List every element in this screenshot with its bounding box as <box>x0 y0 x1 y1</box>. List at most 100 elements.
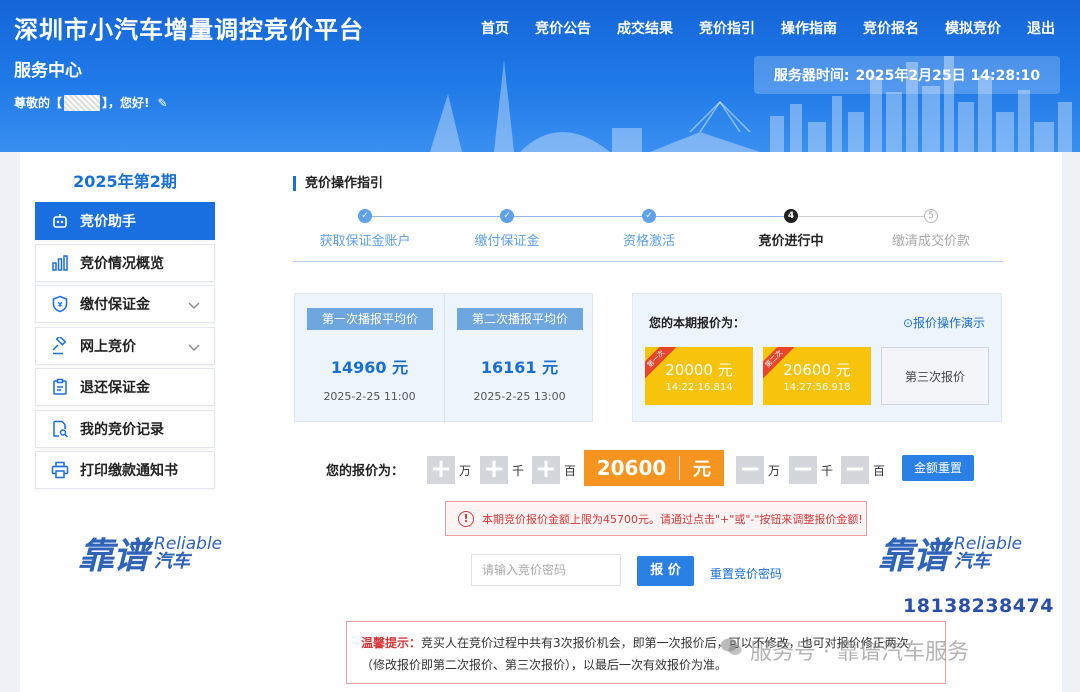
document-search-icon <box>50 419 70 439</box>
gavel-icon <box>50 336 70 356</box>
site-header: 深圳市小汽车增量调控竞价平台 首页 竞价公告 成交结果 竞价指引 操作指南 竞价… <box>0 0 1080 152</box>
step-label: 资格激活 <box>622 234 675 249</box>
unit-label: 万 <box>459 464 472 478</box>
step-number-current: 4 <box>784 209 798 223</box>
clipboard-icon <box>50 377 70 397</box>
chevron-down-icon <box>188 298 200 314</box>
step-check-icon: ✓ <box>642 209 656 223</box>
step-connector <box>649 216 791 217</box>
watermark-brand: 靠谱 <box>78 536 149 577</box>
watermark-brand-zh: 汽车 <box>954 551 991 572</box>
bid-limit-warning: ! 本期竞价报价金额上限为45700元。请通过点击"+"或"-"按钮来调整报价金… <box>445 501 867 536</box>
watermark-brand: 靠谱 <box>878 536 949 577</box>
sidebar-item-label: 退还保证金 <box>80 380 150 396</box>
chevron-down-icon <box>188 340 200 356</box>
broadcast-value: 16161 元 <box>480 358 559 377</box>
brand-watermark-left: 靠谱 Reliable 汽车 <box>78 527 222 579</box>
sidebar-item-label: 打印缴款通知书 <box>80 463 178 479</box>
bid-password-input[interactable] <box>471 554 621 586</box>
bid-amount: 20600 元 <box>783 361 851 379</box>
step-connector <box>791 216 933 217</box>
price-currency: 元 <box>693 459 711 480</box>
tip-title: 温馨提示： <box>361 636 422 650</box>
price-value: 20600 <box>584 456 680 480</box>
step-connector <box>507 216 649 217</box>
site-title: 深圳市小汽车增量调控竞价平台 <box>14 16 364 44</box>
submit-bid-button[interactable]: 报 价 <box>637 556 694 586</box>
sidebar-item-online-bid[interactable]: 网上竞价 <box>35 326 215 365</box>
first-bid-card: 第一次 20000 元 14:22:16.814 <box>645 347 753 405</box>
server-time-panel: 服务器时间: 2025年2月25日 14:28:10 <box>754 56 1060 94</box>
unit-label: 千 <box>821 464 834 478</box>
service-account-watermark: 服务号 · 靠谱汽车服务 <box>720 634 969 666</box>
top-nav: 首页 竞价公告 成交结果 竞价指引 操作指南 竞价报名 模拟竞价 退出 <box>468 18 1068 38</box>
minus-thousand-button[interactable]: − <box>789 456 817 484</box>
warning-icon: ! <box>458 510 474 527</box>
watermark-brand-zh: 汽车 <box>154 551 191 572</box>
second-broadcast: 第二次播报平均价 16161 元 2025-2-25 13:00 <box>444 294 593 423</box>
price-input-row: 您的报价为： + 万 + 千 + 百 20600 元 − 万 − 千 − 百 金… <box>320 450 1010 486</box>
printer-icon <box>50 460 70 480</box>
plus-hundred-button[interactable]: + <box>532 456 560 484</box>
step-check-icon: ✓ <box>358 209 372 223</box>
sidebar-item-label: 竞价助手 <box>80 214 136 230</box>
step-label-current: 竞价进行中 <box>758 234 824 249</box>
minus-ten-thousand-button[interactable]: − <box>736 456 764 484</box>
step-check-icon: ✓ <box>500 209 514 223</box>
nav-mock-bidding[interactable]: 模拟竞价 <box>932 18 1014 38</box>
shield-icon: ¥ <box>50 294 70 314</box>
sidebar-item-overview[interactable]: 竞价情况概览 <box>35 243 215 282</box>
progress-steps: ✓ ✓ ✓ 4 5 获取保证金账户 缴付保证金 资格激活 竞价进行中 缴清成交价… <box>293 200 1003 262</box>
third-bid-slot: 第三次报价 <box>881 347 989 405</box>
robot-icon <box>50 211 70 231</box>
step-connector <box>365 216 507 217</box>
broadcast-time: 2025-2-25 11:00 <box>323 390 416 403</box>
second-bid-card: 第二次 20600 元 14:27:56.918 <box>763 347 871 405</box>
sidebar-menu: 竞价助手 竞价情况概览 ¥ 缴付保证金 网上竞价 退还保证金 我的竞价记录 打印… <box>35 202 215 493</box>
wechat-icon <box>720 637 742 663</box>
broadcast-average-panel: 第一次播报平均价 14960 元 2025-2-25 11:00 第二次播报平均… <box>294 293 593 423</box>
broadcast-tag: 第二次播报平均价 <box>457 308 583 330</box>
nav-operation-guide[interactable]: 操作指南 <box>768 18 850 38</box>
edit-pen-icon[interactable]: ✎ <box>158 96 168 110</box>
brand-watermark-right: 靠谱 Reliable 汽车 <box>878 527 1022 579</box>
guide-title: 竞价操作指引 <box>293 176 383 191</box>
greeting-suffix: 】，您好! <box>102 96 150 110</box>
sidebar-item-refund-deposit[interactable]: 退还保证金 <box>35 368 215 406</box>
nav-bid-registration[interactable]: 竞价报名 <box>850 18 932 38</box>
service-center-title: 服务中心 <box>14 61 82 81</box>
sidebar-item-label: 缴付保证金 <box>80 297 150 313</box>
server-time-label: 服务器时间: <box>773 68 850 84</box>
svg-text:¥: ¥ <box>58 301 63 309</box>
step-number-pending: 5 <box>924 209 938 223</box>
minus-hundred-button[interactable]: − <box>841 456 869 484</box>
bid-time: 14:27:56.918 <box>783 382 851 393</box>
user-greeting: 尊敬的【 】，您好! ✎ <box>14 94 168 111</box>
my-bids-label: 您的本期报价为： <box>649 316 746 330</box>
first-broadcast: 第一次播报平均价 14960 元 2025-2-25 11:00 <box>295 294 444 423</box>
sidebar-item-label: 竞价情况概览 <box>80 255 164 272</box>
sidebar-item-pay-deposit[interactable]: ¥ 缴付保证金 <box>35 285 215 323</box>
sidebar-item-bid-records[interactable]: 我的竞价记录 <box>35 409 215 448</box>
nav-bid-announcement[interactable]: 竞价公告 <box>522 18 604 38</box>
period-title: 2025年第2期 <box>73 172 177 191</box>
nav-results[interactable]: 成交结果 <box>604 18 686 38</box>
nav-home[interactable]: 首页 <box>468 18 522 38</box>
sidebar-item-label: 网上竞价 <box>80 338 136 355</box>
broadcast-value: 14960 元 <box>330 358 409 377</box>
step-label: 获取保证金账户 <box>319 234 411 249</box>
sidebar-item-bid-assistant[interactable]: 竞价助手 <box>35 202 215 240</box>
my-bids-panel: 您的本期报价为： ⊙报价操作演示 第一次 20000 元 14:22:16.81… <box>632 293 1002 422</box>
nav-bid-guide[interactable]: 竞价指引 <box>686 18 768 38</box>
sidebar-item-print-notice[interactable]: 打印缴款通知书 <box>35 451 215 489</box>
amount-reset-button[interactable]: 金额重置 <box>902 455 974 481</box>
unit-label: 万 <box>768 464 781 478</box>
nav-logout[interactable]: 退出 <box>1014 18 1068 38</box>
plus-thousand-button[interactable]: + <box>480 456 508 484</box>
bid-amount: 20000 元 <box>665 361 733 379</box>
price-input-label: 您的报价为： <box>326 464 405 479</box>
current-price-display: 20600 元 <box>584 450 724 486</box>
reset-password-link[interactable]: 重置竞价密码 <box>710 565 782 582</box>
plus-ten-thousand-button[interactable]: + <box>427 456 455 484</box>
bid-demo-link[interactable]: ⊙报价操作演示 <box>903 314 985 331</box>
